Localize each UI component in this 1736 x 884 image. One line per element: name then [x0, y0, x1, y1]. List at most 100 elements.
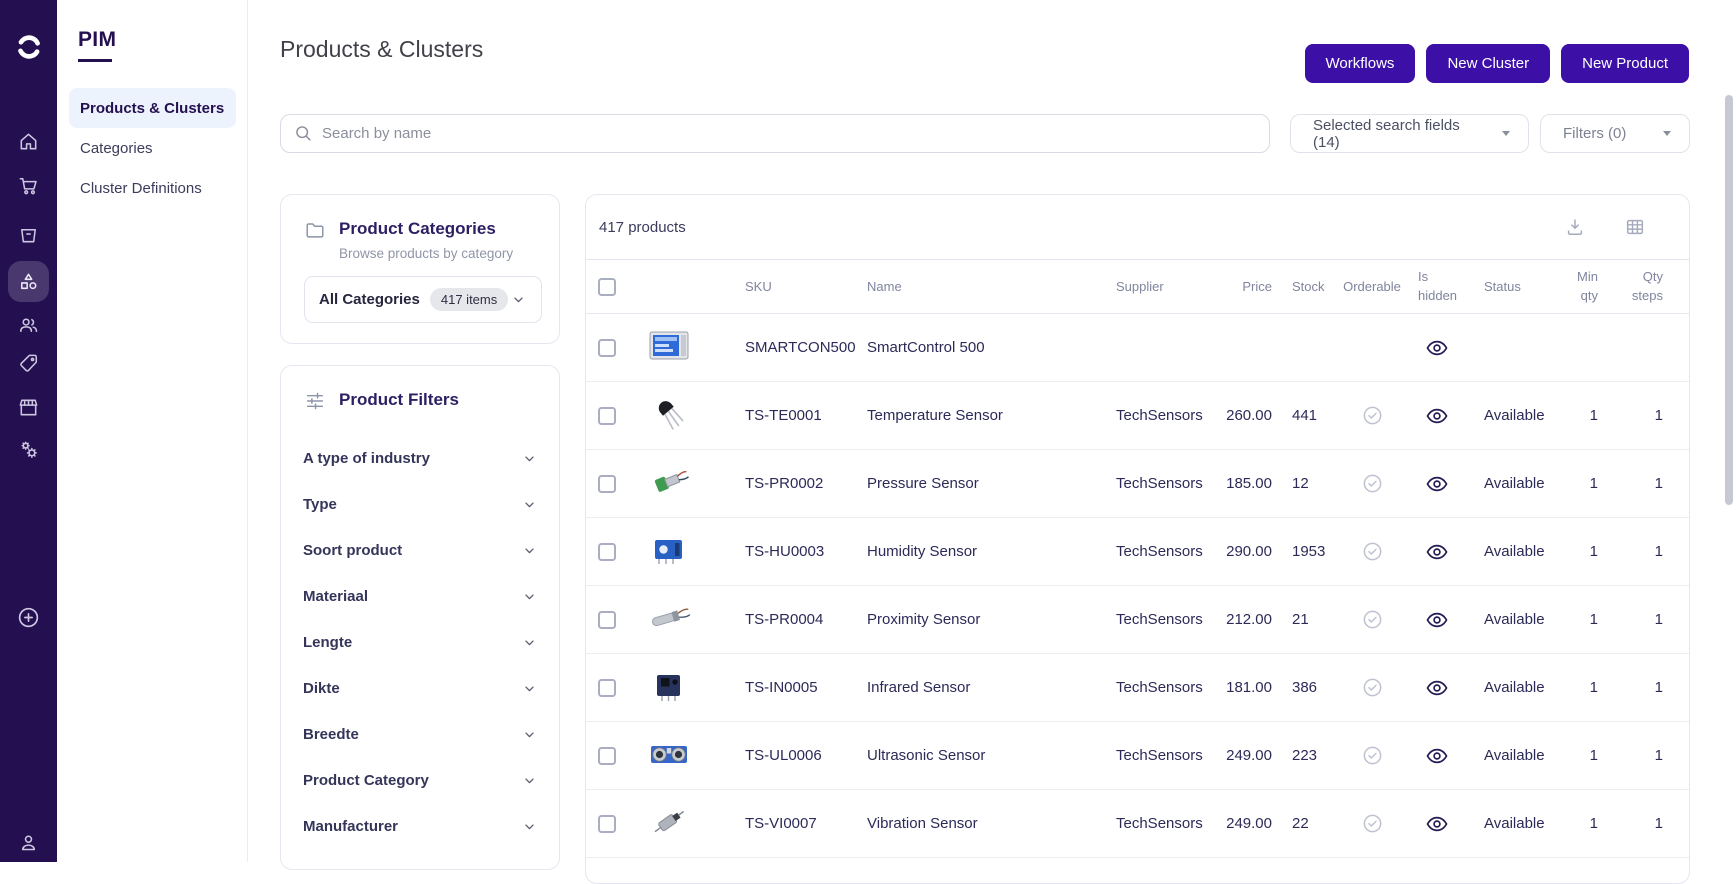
dropdown-label: Filters (0) — [1563, 125, 1627, 142]
account-icon[interactable] — [8, 822, 49, 863]
row-checkbox[interactable] — [598, 814, 616, 833]
sku-cell[interactable]: TS-HU0003 — [731, 543, 856, 560]
download-icon[interactable] — [1564, 216, 1586, 238]
name-cell[interactable]: Humidity Sensor — [856, 543, 1096, 560]
page-scrollbar[interactable] — [1725, 95, 1733, 505]
table-row[interactable]: TS-TE0001 Temperature Sensor TechSensors… — [586, 382, 1689, 450]
sku-cell[interactable]: TS-PR0004 — [731, 611, 856, 628]
visibility-eye-icon[interactable] — [1425, 404, 1449, 428]
row-checkbox[interactable] — [598, 542, 616, 561]
sidebar-item-products-clusters[interactable]: Products & Clusters — [69, 88, 236, 128]
new-product-button[interactable]: New Product — [1561, 44, 1689, 83]
col-status[interactable]: Status — [1472, 279, 1571, 294]
chevron-down-icon — [525, 593, 534, 599]
table-row[interactable]: TS-VI0007 Vibration Sensor TechSensors 2… — [586, 790, 1689, 858]
sidebar-item-categories[interactable]: Categories — [69, 128, 236, 168]
visibility-eye-icon[interactable] — [1425, 744, 1449, 768]
filter-item[interactable]: Type — [281, 481, 559, 527]
sku-cell[interactable]: TS-TE0001 — [731, 407, 856, 424]
filter-item[interactable]: Soort product — [281, 527, 559, 573]
visibility-eye-icon[interactable] — [1425, 540, 1449, 564]
sidebar-item-label: Categories — [80, 139, 153, 157]
row-checkbox[interactable] — [598, 610, 616, 629]
filter-item[interactable]: Dikte — [281, 665, 559, 711]
clusters-icon[interactable] — [8, 261, 49, 302]
col-is-hidden[interactable]: Is hidden — [1402, 268, 1472, 306]
col-price[interactable]: Price — [1211, 279, 1272, 294]
visibility-eye-icon[interactable] — [1425, 812, 1449, 836]
price-cell: 249.00 — [1226, 747, 1272, 764]
name-cell[interactable]: Vibration Sensor — [856, 815, 1096, 832]
name-cell[interactable]: Proximity Sensor — [856, 611, 1096, 628]
name-cell[interactable]: Temperature Sensor — [856, 407, 1096, 424]
row-checkbox[interactable] — [598, 678, 616, 697]
add-circle-icon[interactable] — [8, 597, 49, 638]
filter-item[interactable]: Materiaal — [281, 573, 559, 619]
search-input[interactable] — [280, 114, 1270, 153]
app-logo-icon[interactable] — [8, 26, 49, 67]
chevron-down-icon — [525, 731, 534, 737]
table-row[interactable]: TS-HU0003 Humidity Sensor TechSensors 29… — [586, 518, 1689, 586]
settings-gears-icon[interactable] — [8, 429, 49, 470]
filter-item[interactable]: Manufacturer — [281, 803, 559, 849]
supplier-cell: TechSensors — [1116, 747, 1203, 764]
filter-item[interactable]: Lengte — [281, 619, 559, 665]
name-cell[interactable]: Pressure Sensor — [856, 475, 1096, 492]
filter-item[interactable]: Breedte — [281, 711, 559, 757]
row-checkbox[interactable] — [598, 338, 616, 357]
product-thumbnail — [646, 530, 692, 570]
supplier-cell: TechSensors — [1116, 611, 1203, 628]
sku-cell[interactable]: TS-UL0006 — [731, 747, 856, 764]
filter-label: Type — [303, 495, 337, 513]
filter-item[interactable]: Product Category — [281, 757, 559, 803]
name-cell[interactable]: SmartControl 500 — [856, 339, 1096, 356]
sku-cell[interactable]: TS-VI0007 — [731, 815, 856, 832]
home-icon[interactable] — [8, 121, 49, 162]
table-row[interactable]: TS-PR0004 Proximity Sensor TechSensors 2… — [586, 586, 1689, 654]
tag-icon[interactable] — [8, 343, 49, 384]
sidebar-item-cluster-definitions[interactable]: Cluster Definitions — [69, 168, 236, 208]
table-row[interactable]: SMARTCON500 SmartControl 500 — [586, 314, 1689, 382]
basket-icon[interactable] — [8, 214, 49, 255]
sku-cell[interactable]: TS-IN0005 — [731, 679, 856, 696]
sku-cell[interactable]: TS-PR0002 — [731, 475, 856, 492]
visibility-eye-icon[interactable] — [1425, 472, 1449, 496]
name-cell[interactable]: Infrared Sensor — [856, 679, 1096, 696]
select-all-checkbox[interactable] — [598, 277, 616, 296]
sidebar-item-label: Cluster Definitions — [80, 179, 202, 197]
store-icon[interactable] — [8, 387, 49, 428]
visibility-eye-icon[interactable] — [1425, 676, 1449, 700]
workflows-button[interactable]: Workflows — [1304, 44, 1416, 83]
name-cell[interactable]: Ultrasonic Sensor — [856, 747, 1096, 764]
visibility-eye-icon[interactable] — [1425, 608, 1449, 632]
col-qty-steps[interactable]: Qty steps — [1626, 268, 1689, 306]
row-checkbox[interactable] — [598, 746, 616, 765]
min-qty-cell: 1 — [1589, 543, 1598, 560]
sku-cell[interactable]: SMARTCON500 — [731, 339, 856, 356]
users-icon[interactable] — [8, 304, 49, 345]
col-min-qty[interactable]: Min qty — [1571, 268, 1626, 306]
caret-down-icon — [1663, 131, 1671, 136]
table-row[interactable]: TS-PR0002 Pressure Sensor TechSensors 18… — [586, 450, 1689, 518]
visibility-eye-icon[interactable] — [1425, 336, 1449, 360]
all-categories-selector[interactable]: All Categories 417 items — [304, 276, 542, 323]
grid-view-icon[interactable] — [1624, 216, 1646, 238]
col-sku[interactable]: SKU — [731, 279, 856, 294]
price-cell: 249.00 — [1226, 815, 1272, 832]
table-row[interactable]: TS-IN0005 Infrared Sensor TechSensors 18… — [586, 654, 1689, 722]
col-supplier[interactable]: Supplier — [1096, 279, 1211, 294]
cart-icon[interactable] — [8, 165, 49, 206]
new-cluster-button[interactable]: New Cluster — [1426, 44, 1551, 83]
product-thumbnail — [646, 598, 692, 638]
row-checkbox[interactable] — [598, 474, 616, 493]
selected-search-fields-dropdown[interactable]: Selected search fields (14) — [1290, 114, 1529, 153]
filters-dropdown[interactable]: Filters (0) — [1540, 114, 1690, 153]
col-name[interactable]: Name — [856, 279, 1096, 294]
stock-cell: 22 — [1292, 815, 1309, 832]
row-checkbox[interactable] — [598, 406, 616, 425]
col-stock[interactable]: Stock — [1272, 279, 1342, 294]
min-qty-cell: 1 — [1589, 815, 1598, 832]
filter-item[interactable]: A type of industry — [281, 435, 559, 481]
col-orderable[interactable]: Orderable — [1342, 279, 1402, 294]
table-row[interactable]: TS-UL0006 Ultrasonic Sensor TechSensors … — [586, 722, 1689, 790]
